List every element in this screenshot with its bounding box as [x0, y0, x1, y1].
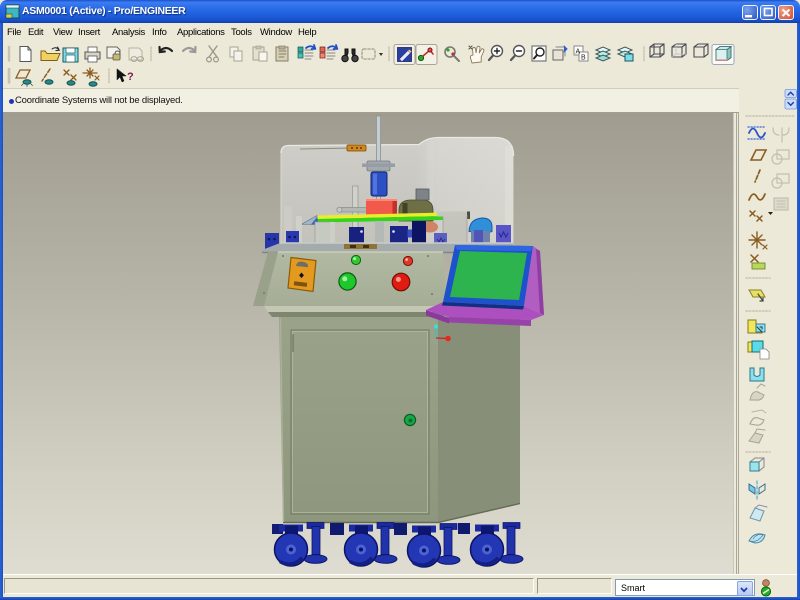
svg-text:B: B	[581, 55, 586, 62]
svg-text:A: A	[576, 49, 581, 56]
svg-text:?: ?	[127, 71, 134, 83]
